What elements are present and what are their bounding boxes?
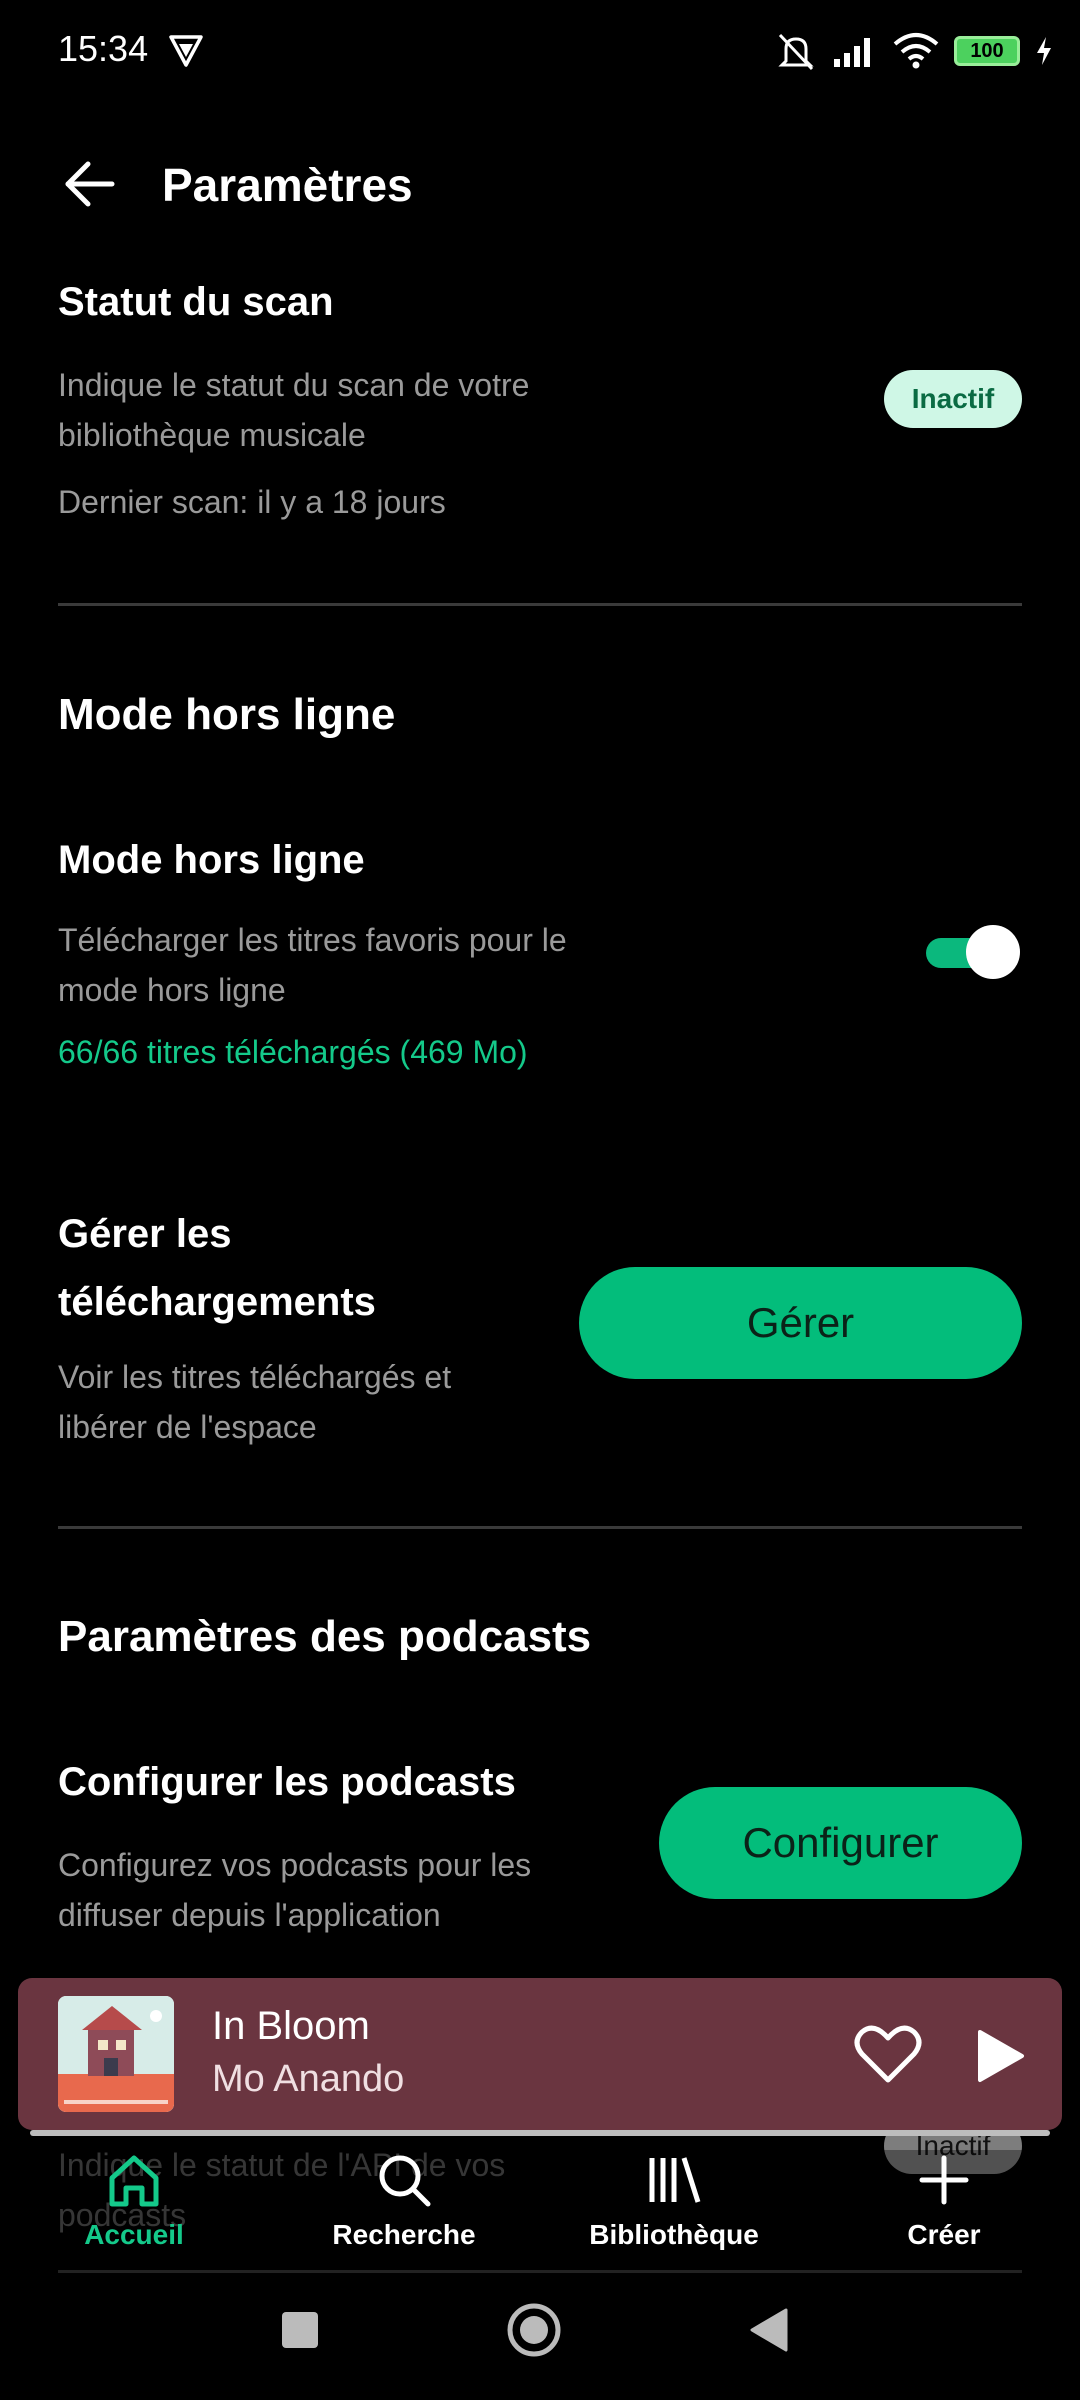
bottom-nav: Accueil Recherche Bibliothèque Créer — [0, 2150, 1080, 2270]
manage-downloads-title: Gérer les téléchargements — [58, 1212, 376, 1324]
divider — [58, 603, 1022, 606]
manage-button[interactable]: Gérer — [579, 1267, 1022, 1379]
back-arrow-icon[interactable] — [58, 152, 122, 216]
status-icons: 100 — [774, 28, 1054, 74]
offline-section-title: Mode hors ligne — [58, 690, 396, 739]
wifi-icon — [893, 33, 939, 69]
search-icon — [379, 2155, 431, 2207]
library-icon — [649, 2157, 701, 2203]
last-scan-text: Dernier scan: il y a 18 jours — [58, 484, 446, 520]
scan-status-description: Indique le statut du scan de votre bibli… — [58, 367, 530, 453]
manage-downloads-description: Voir les titres téléchargés et libérer d… — [58, 1359, 452, 1445]
charging-icon — [1037, 37, 1051, 65]
offline-download-status: 66/66 titres téléchargés (469 Mo) — [58, 1034, 528, 1070]
nav-creer[interactable]: Créer — [854, 2150, 1034, 2251]
mini-player[interactable]: In Bloom Mo Anando — [18, 1978, 1062, 2136]
play-icon[interactable] — [968, 2026, 1028, 2086]
nav-label: Créer — [907, 2219, 981, 2250]
configure-button[interactable]: Configurer — [659, 1787, 1022, 1899]
home-icon — [109, 2155, 159, 2207]
nav-recherche[interactable]: Recherche — [314, 2150, 494, 2251]
nav-label: Bibliothèque — [589, 2219, 759, 2250]
divider — [58, 2270, 1022, 2273]
configure-podcasts-title: Configurer les podcasts — [58, 1760, 516, 1804]
configure-podcasts-description: Configurez vos podcasts pour les diffuse… — [58, 1847, 532, 1933]
nav-label: Accueil — [84, 2219, 184, 2250]
divider — [58, 1526, 1022, 1529]
recents-button[interactable] — [282, 2312, 318, 2348]
mute-icon — [778, 33, 814, 71]
page-title: Paramètres — [162, 159, 413, 211]
system-back-icon[interactable] — [748, 2306, 790, 2354]
plus-icon — [919, 2155, 969, 2205]
offline-mode-toggle[interactable] — [926, 925, 1020, 981]
podcast-section-title: Paramètres des podcasts — [58, 1612, 592, 1661]
album-art — [58, 1996, 174, 2112]
home-button-icon[interactable] — [506, 2302, 562, 2358]
signal-icon — [834, 38, 870, 67]
track-title: In Bloom — [212, 2004, 370, 2048]
battery-icon: 100 — [954, 36, 1020, 66]
battery-level: 100 — [970, 40, 1004, 62]
vpn-icon — [169, 35, 203, 67]
nav-label: Recherche — [332, 2219, 476, 2250]
nav-bibliotheque[interactable]: Bibliothèque — [584, 2150, 764, 2251]
scan-status-badge: Inactif — [884, 370, 1022, 428]
offline-mode-description: Télécharger les titres favoris pour le m… — [58, 922, 567, 1008]
offline-mode-title: Mode hors ligne — [58, 838, 365, 882]
track-artist: Mo Anando — [212, 2058, 405, 2100]
scan-status-title: Statut du scan — [58, 280, 334, 324]
nav-accueil[interactable]: Accueil — [44, 2150, 224, 2251]
status-time: 15:34 — [58, 28, 149, 69]
heart-icon[interactable] — [854, 2024, 922, 2086]
